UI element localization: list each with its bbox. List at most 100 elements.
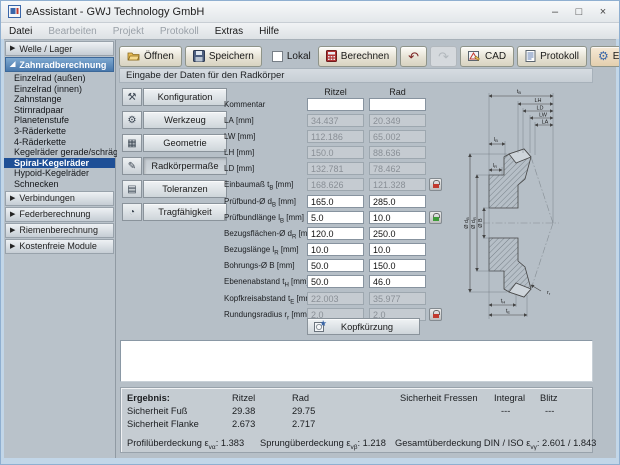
sidebar-group-welle-lager[interactable]: ▶ Welle / Lager <box>5 41 114 56</box>
nav-konfiguration[interactable]: ⚒ Konfiguration <box>122 88 227 106</box>
rad-input[interactable] <box>369 259 426 272</box>
rad-input[interactable] <box>369 211 426 224</box>
field-label: Kopfkreisabstand tE [mm] <box>224 293 315 306</box>
svg-text:LD: LD <box>536 106 543 112</box>
ritzel-input[interactable] <box>307 227 364 240</box>
ritzel-input <box>307 162 364 175</box>
form-row-pruefbund-d: Prüfbund-Ø dB [mm] <box>224 195 474 209</box>
local-checkbox[interactable] <box>271 50 283 62</box>
menu-bearbeiten[interactable]: Bearbeiten <box>40 26 104 37</box>
sidebar-item-3-raederkette[interactable]: 3-Räderkette <box>4 126 115 137</box>
rad-input <box>369 146 426 159</box>
redo-button[interactable]: ↷ <box>430 45 457 67</box>
results-col-integral: Integral <box>494 393 526 403</box>
open-folder-icon <box>127 52 140 61</box>
sidebar-item-kegelraeder[interactable]: Kegelräder gerade/schräg <box>4 147 118 158</box>
calculate-button[interactable]: Berechnen <box>317 45 398 67</box>
overlap-gesamt: Gesamtüberdeckung DIN / ISO εvγ: 2.601 /… <box>395 438 597 451</box>
result-value: --- <box>545 406 555 416</box>
menu-protokoll[interactable]: Protokoll <box>152 26 207 37</box>
results-col-blitz: Blitz <box>540 393 558 403</box>
sidebar-item-stirnradpaar[interactable]: Stirnradpaar <box>4 105 115 116</box>
sidebar-item-spiral-kegelraeder[interactable]: Spiral-Kegelräder <box>4 157 115 169</box>
sidebar-item-schnecken[interactable]: Schnecken <box>4 179 115 190</box>
results-panel: Ergebnis: Ritzel Rad Sicherheit Fressen … <box>120 387 597 453</box>
menu-datei[interactable]: Datei <box>1 26 40 37</box>
lock-icon[interactable] <box>429 211 442 224</box>
menu-extras[interactable]: Extras <box>207 26 251 37</box>
save-button[interactable]: Speichern <box>184 45 262 67</box>
undo-icon: ↶ <box>408 48 420 64</box>
rad-input <box>369 178 426 191</box>
svg-text:tH: tH <box>501 299 506 305</box>
svg-text:LA: LA <box>542 120 549 126</box>
svg-text:tB: tB <box>517 89 522 95</box>
app-icon <box>8 5 21 18</box>
nav-tragfaehigkeit[interactable]: ◔ Tragfähigkeit <box>122 203 227 221</box>
rad-input[interactable] <box>369 227 426 240</box>
result-value: 29.38 <box>232 406 256 416</box>
field-label: Prüfbundlänge lB [mm] <box>224 212 305 225</box>
form-row-bohrung: Bohrungs-Ø B [mm] <box>224 259 474 273</box>
cad-button[interactable]: CAD <box>459 45 515 67</box>
sidebar-item-einzelrad-innen[interactable]: Einzelrad (innen) <box>4 84 115 95</box>
sidebar-group-riemenberechnung[interactable]: ▶ Riemenberechnung <box>5 222 114 238</box>
field-label: Rundungsradius rr [mm] <box>224 309 310 322</box>
lock-icon[interactable] <box>429 308 442 321</box>
column-header-ritzel: Ritzel <box>324 87 347 97</box>
rad-input[interactable] <box>369 275 426 288</box>
ritzel-input <box>307 114 364 127</box>
field-label: Bohrungs-Ø B [mm] <box>224 260 295 270</box>
sidebar-item-zahnstange[interactable]: Zahnstange <box>4 94 115 105</box>
undo-button[interactable]: ↶ <box>400 45 428 67</box>
rad-input[interactable] <box>369 243 426 256</box>
open-button[interactable]: Öffnen <box>119 45 182 67</box>
sidebar-group-verbindungen[interactable]: ▶ Verbindungen <box>5 190 114 206</box>
sidebar-item-4-raederkette[interactable]: 4-Räderkette <box>4 137 115 148</box>
minimize-button[interactable]: – <box>543 2 567 22</box>
menu-projekt[interactable]: Projekt <box>105 26 152 37</box>
rad-input[interactable] <box>369 98 426 111</box>
ritzel-input[interactable] <box>307 195 364 208</box>
sidebar-group-federberechnung[interactable]: ▶ Federberechnung <box>5 206 114 222</box>
rad-input[interactable] <box>369 195 426 208</box>
form-row-ebenenabstand: Ebenenabstand tH [mm] <box>224 275 474 289</box>
menu-bar: Datei Bearbeiten Projekt Protokoll Extra… <box>1 23 619 40</box>
expander-icon: ◢ <box>10 61 16 68</box>
result-value: 2.673 <box>232 419 256 429</box>
maximize-button[interactable]: □ <box>567 2 591 22</box>
sidebar-group-kostenfreie-module[interactable]: ▶ Kostenfreie Module <box>5 238 114 254</box>
sidebar-item-hypoid-kegelraeder[interactable]: Hypoid-Kegelräder <box>4 168 115 179</box>
ritzel-input[interactable] <box>307 98 364 111</box>
form-row-lh: LH [mm] <box>224 146 474 160</box>
settings-button[interactable]: ⚙ Einstellungen <box>590 45 619 67</box>
expander-icon: ▶ <box>10 210 16 218</box>
nav-geometrie[interactable]: ▦ Geometrie <box>122 134 227 152</box>
ritzel-input[interactable] <box>307 243 364 256</box>
local-label: Lokal <box>286 50 311 62</box>
sidebar-group-zahnradberechnung[interactable]: ◢ Zahnradberechnung <box>5 57 114 72</box>
nav-werkzeug[interactable]: ⚙ Werkzeug <box>122 111 227 129</box>
field-label: LH [mm] <box>224 147 255 157</box>
lock-icon[interactable] <box>429 178 442 191</box>
window-frame-bottom <box>1 458 619 464</box>
sidebar-item-planetenstufe[interactable]: Planetenstufe <box>4 115 115 126</box>
ritzel-input[interactable] <box>307 259 364 272</box>
menu-hilfe[interactable]: Hilfe <box>251 26 287 37</box>
title-bar: eAssistant - GWJ Technology GmbH – □ × <box>1 1 619 23</box>
kopfkuerzung-button[interactable]: Kopfkürzung <box>307 318 420 335</box>
sidebar-item-einzelrad-aussen[interactable]: Einzelrad (außen) <box>4 73 115 84</box>
window-frame-right <box>616 39 619 464</box>
field-label: Prüfbund-Ø dB [mm] <box>224 196 297 209</box>
protocol-button[interactable]: Protokoll <box>517 45 587 67</box>
field-label: LA [mm] <box>224 115 254 125</box>
redo-icon: ↷ <box>438 48 449 64</box>
nav-toleranzen[interactable]: ▤ Toleranzen <box>122 180 227 198</box>
ritzel-input[interactable] <box>307 211 364 224</box>
local-checkbox-group: Lokal <box>268 50 315 62</box>
window-title: eAssistant - GWJ Technology GmbH <box>26 5 205 18</box>
nav-radkoerpermasse[interactable]: ✎ Radkörpermaße <box>122 157 227 175</box>
close-button[interactable]: × <box>591 2 615 22</box>
ritzel-input[interactable] <box>307 275 364 288</box>
svg-text:lR: lR <box>493 163 497 169</box>
